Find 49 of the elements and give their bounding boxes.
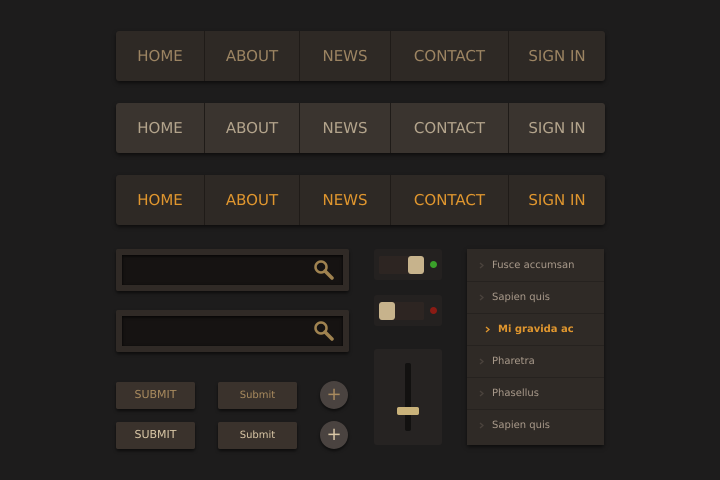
menu-item[interactable]: Mi gravida ac bbox=[467, 313, 604, 345]
menu-label: Phasellus bbox=[492, 387, 539, 401]
menu-item[interactable]: Sapien quis bbox=[467, 409, 604, 441]
nav-link[interactable]: SIGN IN bbox=[508, 175, 605, 225]
nav-link[interactable]: CONTACT bbox=[390, 175, 508, 225]
nav-link[interactable]: SIGN IN bbox=[508, 31, 605, 81]
chevron-icon bbox=[479, 422, 484, 429]
slider-thumb[interactable] bbox=[397, 406, 419, 415]
menu-item[interactable]: Phasellus bbox=[467, 377, 604, 409]
chevron-icon bbox=[479, 358, 484, 365]
nav-link[interactable]: NEWS bbox=[299, 31, 390, 81]
slider-track[interactable] bbox=[397, 363, 419, 431]
nav-link[interactable]: CONTACT bbox=[390, 103, 508, 153]
add-button[interactable]: + bbox=[320, 421, 348, 449]
nav-link[interactable]: HOME bbox=[116, 103, 204, 153]
menu-item[interactable]: Fusce accumsan bbox=[467, 249, 604, 281]
menu-label: Mi gravida ac bbox=[498, 323, 574, 337]
nav-link[interactable]: HOME bbox=[116, 31, 204, 81]
nav-link[interactable]: ABOUT bbox=[204, 175, 299, 225]
status-light bbox=[430, 261, 437, 268]
submit-button[interactable]: Submit bbox=[218, 422, 297, 448]
chevron-icon bbox=[479, 262, 484, 268]
menu-label: Sapien quis bbox=[492, 291, 550, 305]
nav-link[interactable]: NEWS bbox=[299, 175, 390, 225]
status-light bbox=[430, 307, 437, 314]
menu-item[interactable]: Sapien quis bbox=[467, 281, 604, 313]
nav-link[interactable]: NEWS bbox=[299, 103, 390, 153]
toggle-switch[interactable] bbox=[379, 256, 424, 274]
search-field[interactable] bbox=[116, 249, 349, 291]
search-icon bbox=[313, 320, 335, 342]
submit-button[interactable]: SUBMIT bbox=[116, 382, 195, 408]
menu-label: Sapien quis bbox=[492, 419, 550, 433]
nav-link[interactable]: ABOUT bbox=[204, 31, 299, 81]
nav-link[interactable]: ABOUT bbox=[204, 103, 299, 153]
menu-label: Pharetra bbox=[492, 355, 535, 369]
nav-link[interactable]: CONTACT bbox=[390, 31, 508, 81]
add-button[interactable]: + bbox=[320, 381, 348, 409]
menu-item[interactable]: Pharetra bbox=[467, 345, 604, 377]
chevron-icon bbox=[485, 326, 490, 333]
toggle-switch[interactable] bbox=[379, 302, 424, 320]
menu-label: Fusce accumsan bbox=[492, 258, 574, 272]
search-field[interactable] bbox=[116, 310, 349, 352]
chevron-icon bbox=[479, 294, 484, 301]
submit-button[interactable]: SUBMIT bbox=[116, 422, 195, 448]
nav-link[interactable]: SIGN IN bbox=[508, 103, 605, 153]
chevron-icon bbox=[479, 390, 484, 397]
nav-link[interactable]: HOME bbox=[116, 175, 204, 225]
submit-button[interactable]: Submit bbox=[218, 382, 297, 408]
search-icon bbox=[313, 259, 335, 281]
